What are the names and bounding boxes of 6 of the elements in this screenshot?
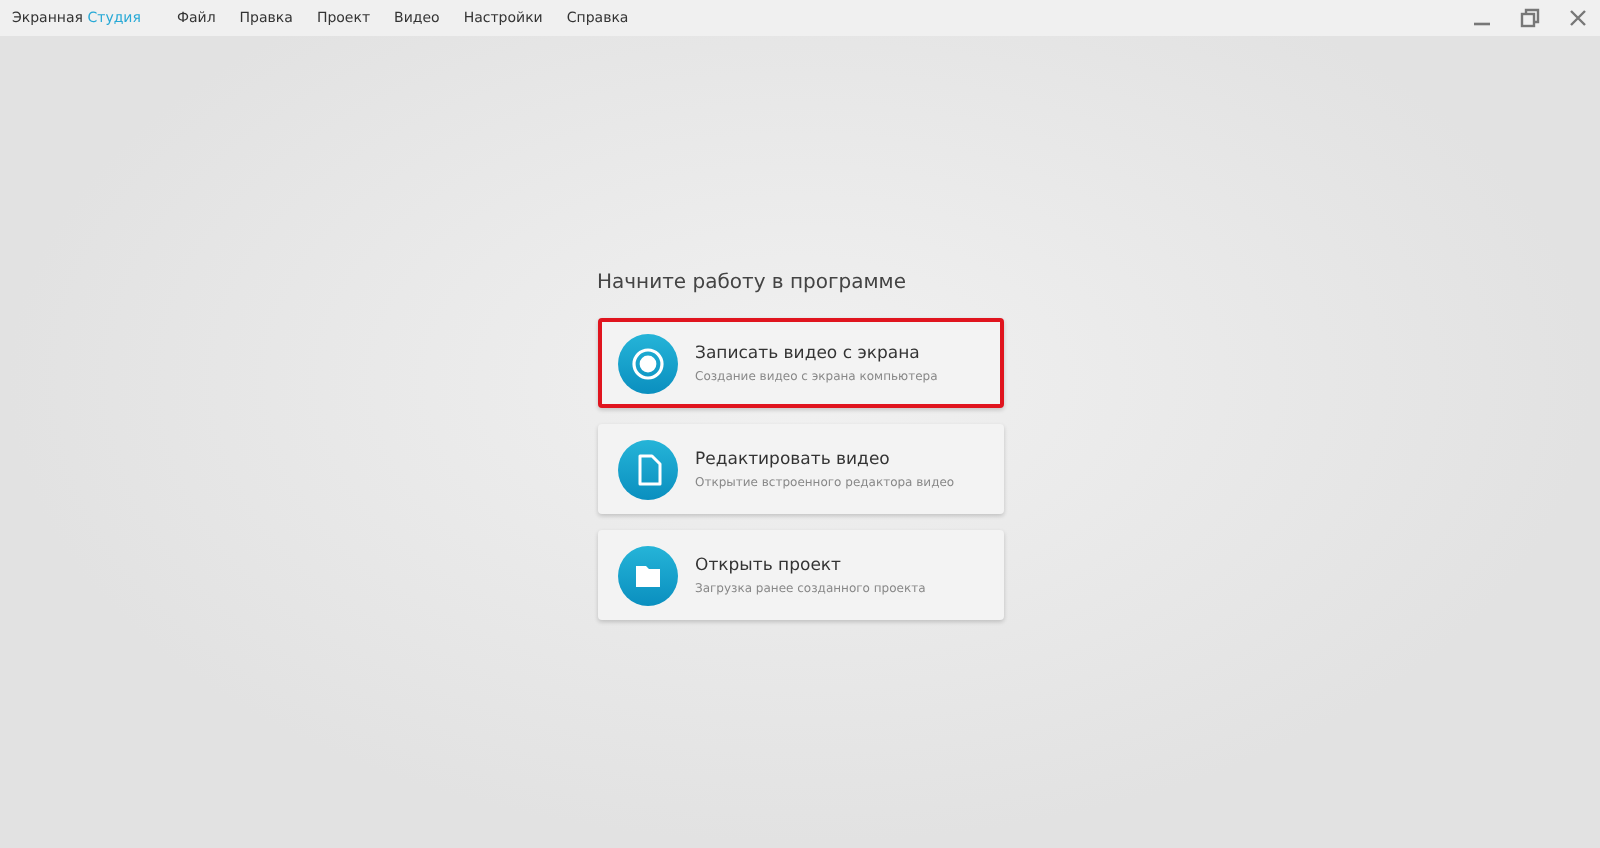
record-icon <box>617 333 677 393</box>
restore-icon[interactable] <box>1520 8 1540 28</box>
close-icon[interactable] <box>1568 8 1588 28</box>
folder-icon <box>617 545 677 605</box>
document-icon <box>617 439 677 499</box>
heading: Начните работу в программе <box>597 272 908 294</box>
